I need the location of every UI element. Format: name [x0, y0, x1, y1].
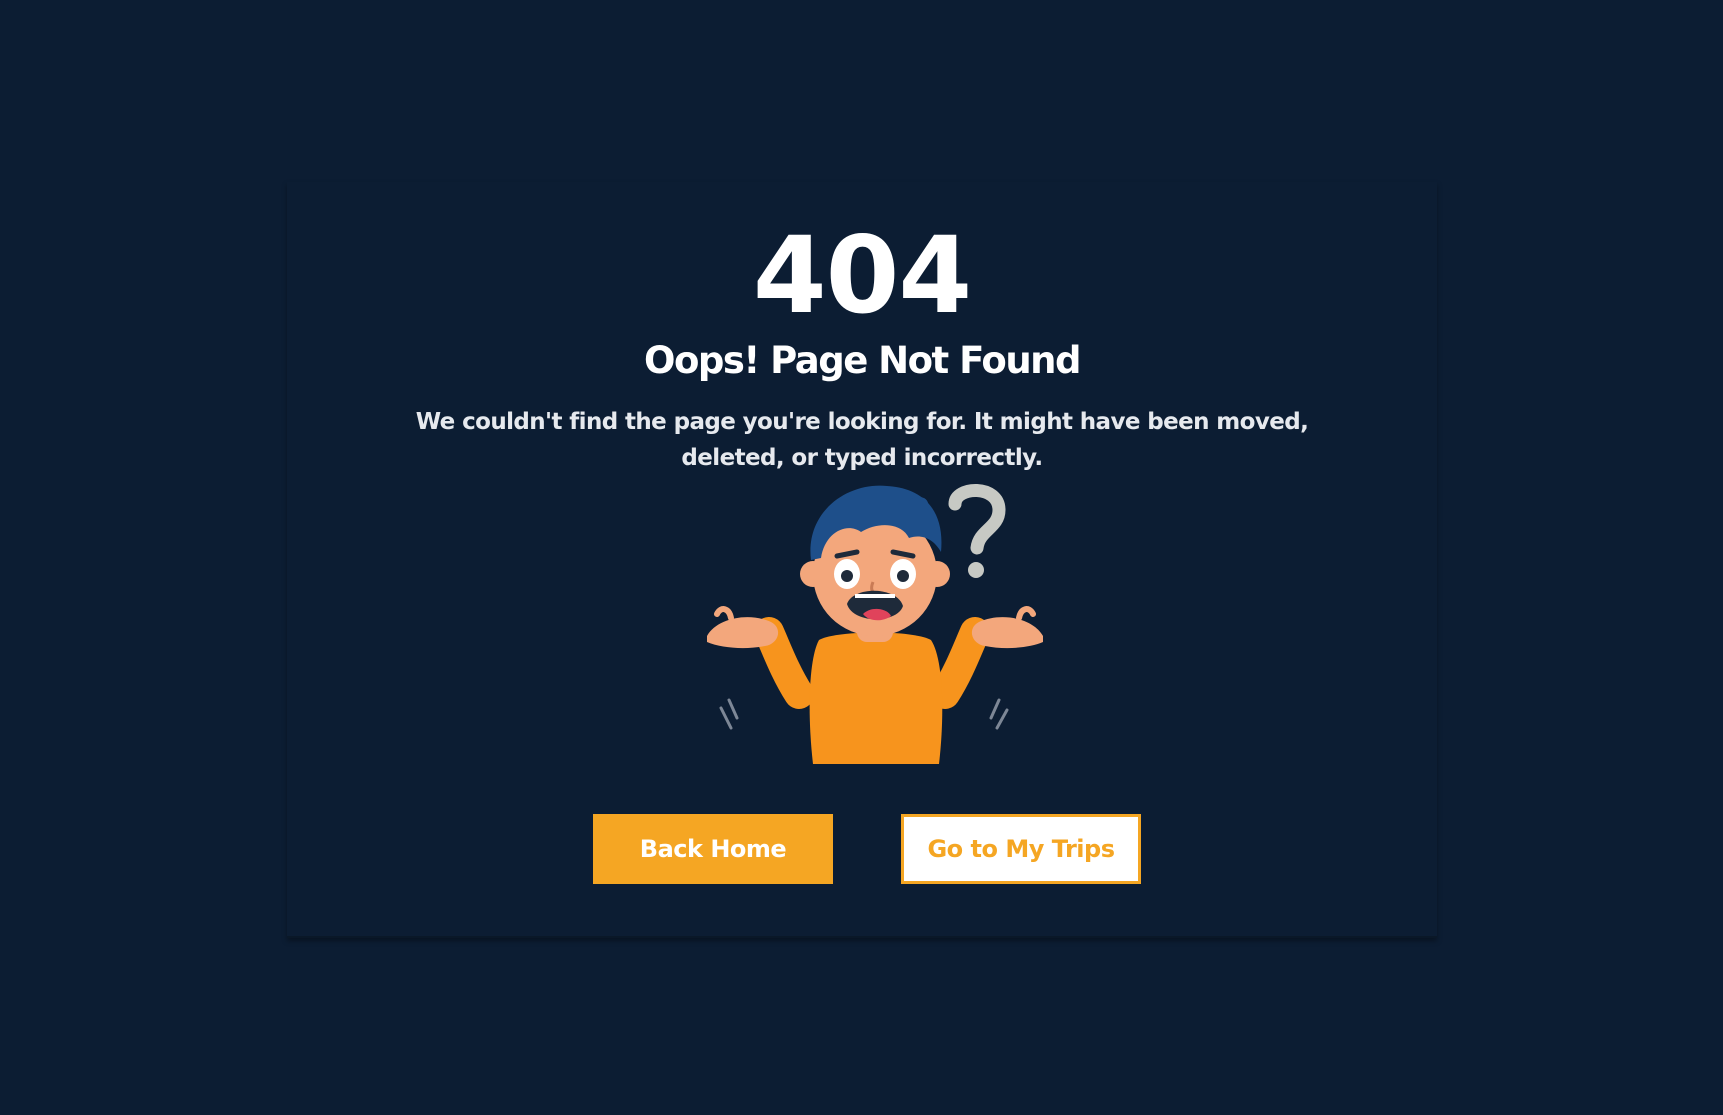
- question-mark-icon: [948, 484, 1006, 578]
- error-title: Oops! Page Not Found: [643, 339, 1082, 382]
- error-page: 404 Oops! Page Not Found We couldn't fin…: [0, 0, 1723, 1115]
- error-card: 404 Oops! Page Not Found We couldn't fin…: [287, 182, 1437, 938]
- back-home-button[interactable]: Back Home: [593, 814, 833, 884]
- confused-person-icon: [707, 484, 1043, 764]
- error-message: We couldn't find the page you're looking…: [415, 409, 1309, 471]
- my-trips-button[interactable]: Go to My Trips: [901, 814, 1141, 884]
- confused-person-illustration: [687, 482, 1067, 772]
- error-code: 404: [752, 214, 972, 337]
